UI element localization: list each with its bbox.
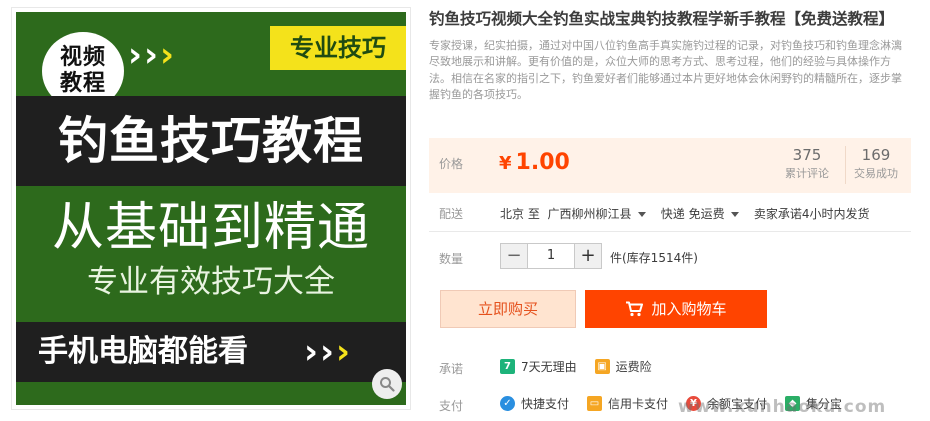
product-gallery: 视频 教程 › › › 专业技巧 钓鱼技巧教程 从基础到精通 专业有效技巧大全 … — [11, 7, 411, 410]
divider — [429, 231, 911, 232]
quick-pay-icon: ✓ — [500, 396, 515, 411]
destination-value: 广西柳州柳江县 — [547, 207, 632, 221]
chevron-right-icon: › — [144, 35, 159, 75]
quantity-increase-button[interactable]: + — [575, 244, 601, 268]
ship-to-word: 至 — [527, 207, 540, 221]
video-badge-line1: 视频 — [59, 45, 106, 70]
ship-from: 北京 — [500, 207, 525, 221]
price-amount: 1.00 — [515, 150, 570, 175]
quantity-label: 数量 — [439, 252, 464, 266]
arrows-decoration: › › › — [128, 38, 174, 72]
arrows-decoration: › › › — [304, 335, 350, 369]
product-image[interactable]: 视频 教程 › › › 专业技巧 钓鱼技巧教程 从基础到精通 专业有效技巧大全 … — [16, 12, 406, 405]
chevron-down-icon — [730, 212, 739, 217]
poster-footer: 手机电脑都能看 — [38, 334, 248, 369]
reviews-count: 375 — [792, 146, 822, 164]
shipping-label: 配送 — [439, 207, 464, 221]
price-panel: 价格 ¥1.00 375 累计评论 169 交易成功 — [429, 138, 911, 193]
payment-label: 支付 — [439, 399, 464, 413]
stock-text: 件(库存1514件) — [610, 251, 698, 265]
chevron-down-icon — [637, 212, 646, 217]
currency-symbol: ¥ — [499, 153, 512, 174]
price-value: ¥1.00 — [499, 148, 570, 179]
quantity-decrease-button[interactable]: − — [501, 244, 527, 268]
chevron-right-icon: › — [128, 35, 143, 75]
credit-card-icon: ▭ — [587, 396, 603, 411]
pay-credit[interactable]: ▭ 信用卡支付 — [587, 395, 668, 412]
poster-footer-band: 手机电脑都能看 › › › — [16, 322, 406, 382]
product-info: 钓鱼技巧视频大全钓鱼实战宝典钓技教程学新手教程【免费送教程】 专家授课，纪实拍摄… — [429, 8, 911, 103]
chevron-right-icon: › — [336, 332, 351, 372]
shipping-method-value: 快递 免运费 — [660, 207, 725, 221]
chevron-right-icon: › — [160, 35, 175, 75]
quantity-input[interactable]: 1 — [527, 244, 575, 268]
price-label: 价格 — [439, 157, 464, 171]
promise-items: 7 7天无理由 ▣ 运费险 — [500, 358, 652, 375]
product-title: 钓鱼技巧视频大全钓鱼实战宝典钓技教程学新手教程【免费送教程】 — [429, 10, 895, 28]
poster-headline-band: 钓鱼技巧教程 — [16, 96, 406, 186]
promise-shipping-insurance[interactable]: ▣ 运费险 — [594, 358, 652, 375]
search-icon — [380, 377, 395, 392]
promise-insurance-label: 运费险 — [615, 360, 652, 374]
pay-credit-label: 信用卡支付 — [608, 397, 669, 411]
promise-label: 承诺 — [439, 362, 464, 376]
chevron-right-icon: › — [304, 332, 319, 372]
pay-quick-label: 快捷支付 — [521, 397, 570, 411]
poster-tag: 专业技巧 — [270, 26, 406, 70]
pay-quick[interactable]: ✓ 快捷支付 — [500, 395, 569, 412]
zoom-button[interactable] — [372, 369, 402, 399]
promise-7day-label: 7天无理由 — [521, 360, 577, 374]
ship-promise: 卖家承诺4小时内发货 — [753, 207, 870, 221]
poster-tagline: 专业有效技巧大全 — [87, 264, 335, 300]
watermark: www.xunhaoku.com — [678, 397, 887, 417]
truck-icon: ▣ — [594, 359, 610, 374]
shipping-details: 北京 至 广西柳州柳江县 快递 免运费 卖家承诺4小时内发货 — [500, 205, 870, 222]
shipping-method-select[interactable]: 快递 免运费 — [661, 205, 739, 222]
seven-day-icon: 7 — [500, 359, 515, 374]
add-to-cart-label: 加入购物车 — [651, 300, 727, 318]
destination-select[interactable]: 广西柳州柳江县 — [548, 205, 646, 222]
cart-icon — [626, 301, 644, 317]
sales-stat: 169 交易成功 — [845, 145, 907, 183]
promise-7day[interactable]: 7 7天无理由 — [500, 358, 577, 375]
reviews-label: 累计评论 — [785, 167, 829, 180]
buy-now-button[interactable]: 立即购买 — [440, 290, 576, 328]
shipping-row: 配送 北京 至 广西柳州柳江县 快递 免运费 卖家承诺4小时内发货 — [429, 205, 911, 229]
reviews-stat[interactable]: 375 累计评论 — [776, 145, 838, 183]
poster-headline: 钓鱼技巧教程 — [58, 112, 364, 170]
chevron-right-icon: › — [320, 332, 335, 372]
sales-label: 交易成功 — [854, 167, 898, 180]
product-description: 专家授课，纪实拍摄，通过对中国八位钓鱼高手真实施钓过程的记录，对钓鱼技巧和钓鱼理… — [429, 39, 902, 101]
product-page: 视频 教程 › › › 专业技巧 钓鱼技巧教程 从基础到精通 专业有效技巧大全 … — [0, 0, 930, 421]
add-to-cart-button[interactable]: 加入购物车 — [585, 290, 767, 328]
poster-subheadline: 从基础到精通 — [51, 198, 370, 258]
quantity-stepper: − 1 + — [500, 243, 602, 269]
sales-count: 169 — [861, 146, 891, 164]
video-badge-line2: 教程 — [59, 71, 106, 96]
